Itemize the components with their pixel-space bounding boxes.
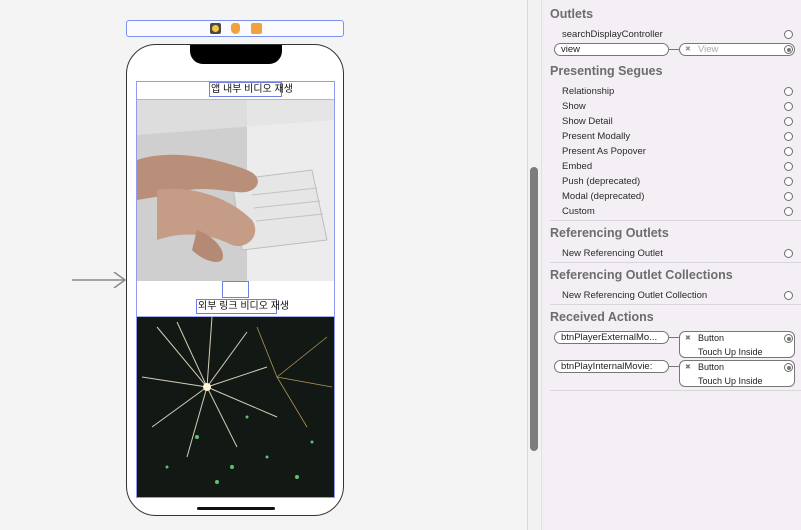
- remove-connection-icon[interactable]: ✖: [685, 44, 691, 55]
- action-event-label: Touch Up Inside: [698, 376, 763, 386]
- segue-push: Push (deprecated): [562, 176, 641, 187]
- connection-line: [669, 49, 679, 50]
- section-separator: [550, 390, 801, 391]
- segue-show-detail: Show Detail: [562, 116, 613, 127]
- outlet-target-label: View: [698, 44, 719, 55]
- action-connection-radio[interactable]: [784, 334, 793, 343]
- connection-line: [669, 337, 679, 338]
- segue-radio[interactable]: [784, 162, 793, 171]
- segue-embed: Embed: [562, 161, 593, 172]
- referencing-outlet-collection-radio[interactable]: [784, 291, 793, 300]
- section-separator: [550, 220, 801, 221]
- play-external-video-button[interactable]: 외부 링크 비디오 재생: [196, 299, 289, 314]
- storyboard-canvas[interactable]: 앱 내부 비디오 재생 외부 링크 비디오 재생: [0, 0, 527, 530]
- segue-radio[interactable]: [784, 177, 793, 186]
- view-controller-icon[interactable]: [210, 23, 221, 34]
- iphone-frame[interactable]: 앱 내부 비디오 재생 외부 링크 비디오 재생: [126, 44, 344, 516]
- segue-present-as-popover: Present As Popover: [562, 146, 646, 157]
- section-title-referencing-outlets: Referencing Outlets: [550, 226, 669, 240]
- section-title-outlets: Outlets: [550, 7, 594, 21]
- outlet-view-pill[interactable]: view: [554, 43, 669, 56]
- spacer-view[interactable]: [222, 281, 249, 298]
- segue-modal: Modal (deprecated): [562, 191, 645, 202]
- outlet-row-label: searchDisplayController: [562, 29, 663, 40]
- remove-connection-icon[interactable]: ✖: [685, 334, 691, 342]
- action-pill-internal[interactable]: btnPlayInternalMovie:: [554, 360, 669, 373]
- segue-custom: Custom: [562, 206, 595, 217]
- action-pill-external[interactable]: btnPlayerExternalMo...: [554, 331, 669, 344]
- connections-inspector: Outlets searchDisplayController view ✖ V…: [541, 0, 801, 530]
- initial-view-controller-arrow[interactable]: [72, 272, 127, 288]
- action-target-label: Button: [698, 362, 725, 372]
- outlet-view-radio[interactable]: [784, 45, 793, 54]
- device-notch: [190, 45, 282, 64]
- section-title-referencing-outlet-collections: Referencing Outlet Collections: [550, 268, 733, 282]
- action-target-label: Button: [698, 333, 725, 343]
- section-title-presenting-segues: Presenting Segues: [550, 64, 663, 78]
- stack-view[interactable]: 앱 내부 비디오 재생 외부 링크 비디오 재생: [136, 81, 335, 498]
- segue-radio[interactable]: [784, 192, 793, 201]
- segue-show: Show: [562, 101, 586, 112]
- keyboard-image[interactable]: [137, 100, 334, 281]
- segue-relationship: Relationship: [562, 86, 615, 97]
- segue-radio[interactable]: [784, 102, 793, 111]
- home-indicator: [197, 507, 275, 510]
- section-separator: [550, 262, 801, 263]
- action-target-internal[interactable]: ✖ Button Touch Up Inside: [679, 360, 795, 387]
- scene-dock[interactable]: [126, 20, 344, 37]
- action-event-label: Touch Up Inside: [698, 347, 763, 357]
- action-target-external[interactable]: ✖ Button Touch Up Inside: [679, 331, 795, 358]
- segue-radio[interactable]: [784, 207, 793, 216]
- outlet-view-target[interactable]: ✖ View: [679, 43, 795, 56]
- section-title-received-actions: Received Actions: [550, 310, 654, 324]
- outlet-connect-radio[interactable]: [784, 30, 793, 39]
- segue-present-modally: Present Modally: [562, 131, 631, 142]
- segue-radio[interactable]: [784, 87, 793, 96]
- fireworks-image[interactable]: [137, 317, 334, 497]
- remove-connection-icon[interactable]: ✖: [685, 363, 691, 371]
- first-responder-icon[interactable]: [231, 23, 240, 34]
- segue-radio[interactable]: [784, 132, 793, 141]
- play-internal-video-button[interactable]: 앱 내부 비디오 재생: [209, 82, 293, 97]
- new-referencing-outlet-collection: New Referencing Outlet Collection: [562, 290, 708, 301]
- segue-radio[interactable]: [784, 147, 793, 156]
- referencing-outlet-radio[interactable]: [784, 249, 793, 258]
- action-connection-radio[interactable]: [784, 363, 793, 372]
- exit-icon[interactable]: [251, 23, 262, 34]
- segue-radio[interactable]: [784, 117, 793, 126]
- new-referencing-outlet: New Referencing Outlet: [562, 248, 663, 259]
- section-separator: [550, 304, 801, 305]
- vertical-scrollbar[interactable]: [530, 167, 538, 451]
- connection-line: [669, 366, 679, 367]
